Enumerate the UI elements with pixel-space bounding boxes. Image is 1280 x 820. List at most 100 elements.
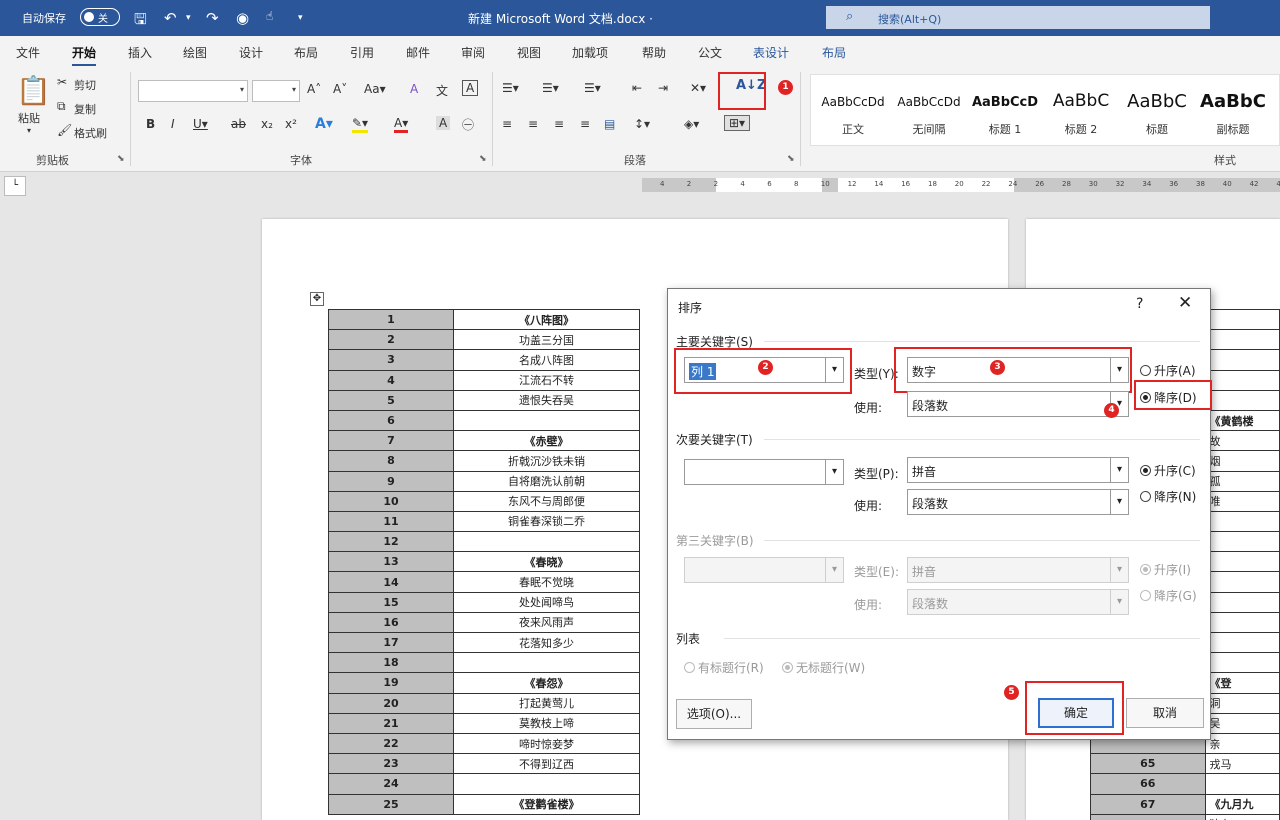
poem-text-cell[interactable]: 打起黄莺儿 xyxy=(453,692,640,714)
row-number-cell[interactable]: 17 xyxy=(328,631,454,654)
tab-addins[interactable]: 加载项 xyxy=(572,44,608,61)
poem-text-cell[interactable]: 自将磨洗认前朝 xyxy=(453,470,640,492)
options-button[interactable]: 选项(O)... xyxy=(676,699,752,729)
poem-text-cell[interactable]: 《登 xyxy=(1204,672,1280,694)
cut-icon[interactable]: ✂ xyxy=(57,75,67,89)
poem-text-cell[interactable]: 名成八阵图 xyxy=(453,349,640,371)
style-subtitle[interactable]: AaBbC 副标题 xyxy=(1195,85,1271,147)
poem-text-cell[interactable]: 吴 xyxy=(1204,712,1280,734)
bullets-icon[interactable]: ☰▾ xyxy=(502,81,519,95)
undo-icon[interactable]: ↶ xyxy=(164,9,177,27)
tab-view[interactable]: 视图 xyxy=(517,44,541,61)
poem-text-cell[interactable] xyxy=(1204,389,1280,411)
tab-draw[interactable]: 绘图 xyxy=(183,44,207,61)
row-number-cell[interactable]: 5 xyxy=(328,389,454,411)
secondary-descending-radio[interactable]: 降序(N) xyxy=(1140,488,1196,505)
cut-label[interactable]: 剪切 xyxy=(74,77,96,93)
tab-layout[interactable]: 布局 xyxy=(294,44,318,61)
poem-text-cell[interactable]: 故 xyxy=(1204,430,1280,452)
change-case-icon[interactable]: Aa▾ xyxy=(364,82,386,96)
paragraph-launcher-icon[interactable]: ⬊ xyxy=(787,154,795,164)
no-header-radio[interactable]: 无标题行(W) xyxy=(782,659,865,676)
help-icon[interactable]: ? xyxy=(1136,296,1143,312)
row-number-cell[interactable]: 66 xyxy=(1090,773,1206,795)
tab-selector[interactable]: └ xyxy=(4,176,26,196)
row-number-cell[interactable]: 19 xyxy=(328,672,454,694)
poem-text-cell[interactable] xyxy=(1204,571,1280,593)
horizontal-ruler[interactable]: 4 2 2 4 6 8 10 12 14 16 18 20 22 24 26 28 30 32 34 36 38 40 42… xyxy=(642,178,1280,192)
line-spacing-icon[interactable]: ↕▾ xyxy=(634,117,650,131)
tab-design[interactable]: 设计 xyxy=(239,44,263,61)
poem-text-cell[interactable]: 《春晓》 xyxy=(453,551,640,573)
style-no-spacing[interactable]: AaBbCcDd 无间隔 xyxy=(891,85,967,147)
row-number-cell[interactable]: 68 xyxy=(1090,813,1206,820)
row-number-cell[interactable]: 9 xyxy=(328,470,454,492)
multilevel-list-icon[interactable]: ☰▾ xyxy=(584,81,601,95)
phonetic-guide-icon[interactable]: 文 xyxy=(436,82,448,99)
poem-text-cell[interactable] xyxy=(1204,773,1280,795)
justify-icon[interactable]: ≡ xyxy=(580,117,590,131)
text-effects-icon[interactable]: A▾ xyxy=(315,116,333,132)
poem-text-cell[interactable] xyxy=(1204,551,1280,573)
row-number-cell[interactable]: 7 xyxy=(328,430,454,452)
row-number-cell[interactable]: 24 xyxy=(328,773,454,795)
paste-dropdown-icon[interactable]: ▾ xyxy=(27,126,31,135)
distributed-icon[interactable]: ▤ xyxy=(604,117,615,131)
poem-text-cell[interactable] xyxy=(453,773,640,795)
tab-insert[interactable]: 插入 xyxy=(128,44,152,61)
poem-text-cell[interactable]: 戎马 xyxy=(1204,753,1280,775)
align-center-icon[interactable]: ≡ xyxy=(528,117,538,131)
paste-icon[interactable]: 📋 xyxy=(16,74,51,107)
row-number-cell[interactable]: 15 xyxy=(328,591,454,613)
poem-text-cell[interactable]: 春眠不觉晓 xyxy=(453,571,640,593)
search-box[interactable]: ⌕ 搜索(Alt+Q) xyxy=(826,6,1210,29)
character-border-icon[interactable]: A xyxy=(462,80,479,96)
row-number-cell[interactable]: 3 xyxy=(328,349,454,371)
secondary-key-select[interactable]: ▾ xyxy=(684,459,844,485)
poem-text-cell[interactable] xyxy=(1204,510,1280,533)
character-shading-icon[interactable]: A xyxy=(436,116,451,130)
poem-text-cell[interactable] xyxy=(1204,369,1280,391)
poem-text-cell[interactable]: 江流石不转 xyxy=(453,369,640,391)
tab-table-design[interactable]: 表设计 xyxy=(753,44,789,61)
paste-label[interactable]: 粘贴 xyxy=(18,110,40,126)
poem-text-cell[interactable]: 不得到辽西 xyxy=(453,753,640,775)
copy-label[interactable]: 复制 xyxy=(74,101,96,117)
row-number-cell[interactable]: 25 xyxy=(328,793,454,815)
has-header-radio[interactable]: 有标题行(R) xyxy=(684,659,764,676)
row-number-cell[interactable]: 6 xyxy=(328,409,454,432)
numbering-icon[interactable]: ☰▾ xyxy=(542,81,559,95)
poem-text-cell[interactable] xyxy=(1204,531,1280,553)
tab-file[interactable]: 文件 xyxy=(16,44,40,61)
primary-ascending-radio[interactable]: 升序(A) xyxy=(1140,362,1196,379)
row-number-cell[interactable]: 13 xyxy=(328,551,454,573)
row-number-cell[interactable]: 1 xyxy=(328,308,454,331)
poem-text-cell[interactable] xyxy=(453,652,640,674)
poem-text-cell[interactable]: 《九月九 xyxy=(1204,793,1280,815)
poem-text-cell[interactable]: 独在 xyxy=(1204,813,1280,820)
secondary-ascending-radio[interactable]: 升序(C) xyxy=(1140,462,1196,479)
font-color-icon[interactable]: A▾ xyxy=(394,116,409,133)
close-icon[interactable]: ✕ xyxy=(1178,293,1192,313)
row-number-cell[interactable]: 67 xyxy=(1090,793,1206,815)
decrease-indent-icon[interactable]: ⇤ xyxy=(632,81,642,95)
row-number-cell[interactable]: 20 xyxy=(328,692,454,714)
tertiary-ascending-radio[interactable]: 升序(I) xyxy=(1140,561,1191,578)
poem-text-cell[interactable]: 折戟沉沙铁未销 xyxy=(453,450,640,472)
poem-text-cell[interactable] xyxy=(1204,652,1280,674)
redo-icon[interactable]: ↷ xyxy=(206,9,219,27)
poem-text-cell[interactable]: 亲 xyxy=(1204,732,1280,755)
shrink-font-icon[interactable]: A˅ xyxy=(333,82,347,96)
style-heading-1[interactable]: AaBbCcD 标题 1 xyxy=(967,85,1043,147)
italic-icon[interactable]: I xyxy=(171,117,175,131)
poem-text-cell[interactable]: 铜雀春深锁二乔 xyxy=(453,510,640,533)
row-number-cell[interactable]: 10 xyxy=(328,490,454,512)
font-size-combo[interactable]: ▾ xyxy=(252,80,300,102)
poem-text-cell[interactable] xyxy=(1204,631,1280,654)
poem-text-cell[interactable] xyxy=(1204,329,1280,351)
format-painter-label[interactable]: 格式刷 xyxy=(74,125,107,141)
row-number-cell[interactable]: 23 xyxy=(328,753,454,775)
poem-text-cell[interactable]: 《登鹳雀楼》 xyxy=(453,793,640,815)
record-icon[interactable]: ◉ xyxy=(236,9,249,27)
row-number-cell[interactable]: 12 xyxy=(328,531,454,553)
